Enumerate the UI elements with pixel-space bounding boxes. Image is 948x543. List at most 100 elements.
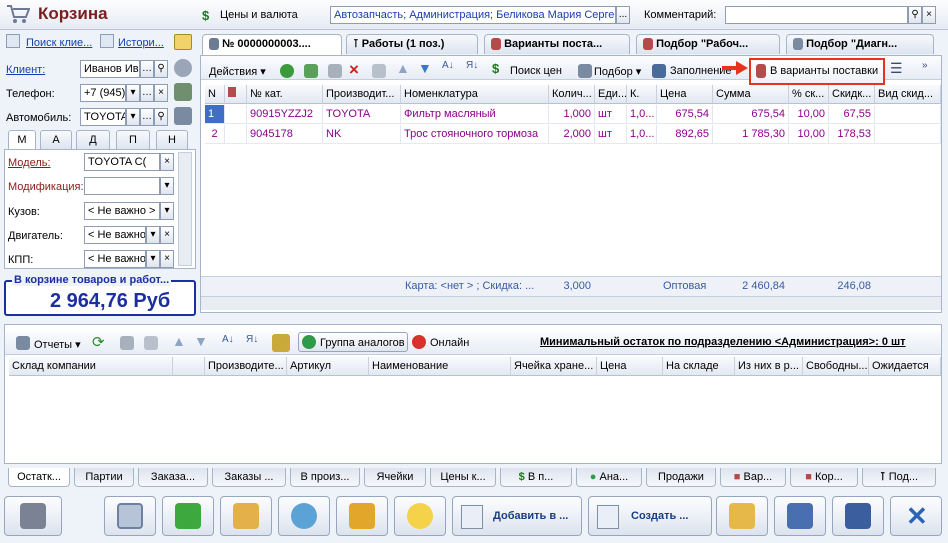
col-stock-price[interactable]: Цена xyxy=(597,357,663,376)
col-producer[interactable]: Производит... xyxy=(323,85,401,104)
car-icon[interactable] xyxy=(174,107,192,125)
btab-variants[interactable]: ■ Вар... xyxy=(720,468,786,487)
row-cell[interactable]: 10,00 xyxy=(789,125,829,144)
btab-rests[interactable]: Остатк... xyxy=(8,468,70,487)
col-cell[interactable]: Ячейка хране... xyxy=(511,357,597,376)
col-warehouse[interactable]: Склад компании xyxy=(9,357,173,376)
table-row[interactable]: 2 9045178 NK Трос стояночного тормоза 2,… xyxy=(201,125,941,145)
model-label[interactable]: Модель: xyxy=(8,157,51,169)
search-client-link[interactable]: Поиск клие... xyxy=(26,37,92,49)
tab-works[interactable]: ⊺ Работы (1 поз.) xyxy=(346,34,478,54)
add-icon[interactable] xyxy=(280,64,294,78)
client-label[interactable]: Клиент: xyxy=(6,64,45,76)
car-dropdown[interactable]: ▾ xyxy=(126,108,140,126)
phone-field[interactable]: +7 (945) xyxy=(80,84,126,102)
schedule-button[interactable] xyxy=(278,496,330,536)
engine-field[interactable]: < Не важно xyxy=(84,226,146,244)
client-card-button[interactable] xyxy=(104,496,156,536)
close-button[interactable]: ✕ xyxy=(890,496,942,536)
col-nomenclature[interactable]: Номенклатура xyxy=(401,85,549,104)
btab-orders2[interactable]: Заказы ... xyxy=(212,468,286,487)
context-field[interactable]: Автозапчасть; Администрация; Беликова Ма… xyxy=(330,6,616,24)
phone-icon[interactable] xyxy=(174,83,192,101)
row-cell[interactable]: 1,0... xyxy=(627,105,657,124)
history-link[interactable]: Истори... xyxy=(118,37,164,49)
btab-batches[interactable]: Партии xyxy=(74,468,134,487)
user-add-icon[interactable] xyxy=(174,59,192,77)
col-price[interactable]: Цена xyxy=(657,85,713,104)
col-unit[interactable]: Еди... xyxy=(595,85,627,104)
col-expected[interactable]: Ожидается xyxy=(869,357,941,376)
car-select-button[interactable]: … xyxy=(140,108,154,126)
col-cat[interactable]: № кат. xyxy=(247,85,323,104)
row-cell[interactable]: TOYOTA xyxy=(323,105,401,124)
col-disc[interactable]: Скидк... xyxy=(829,85,875,104)
calculator-button[interactable] xyxy=(220,496,272,536)
row-cell[interactable]: 10,00 xyxy=(789,105,829,124)
row-cell[interactable]: 1,0... xyxy=(627,125,657,144)
folder-icon[interactable] xyxy=(174,34,192,50)
btab-pick[interactable]: ⊺ Под... xyxy=(862,468,936,487)
row-cell[interactable]: 9045178 xyxy=(247,125,323,144)
row-cell[interactable] xyxy=(225,125,247,144)
phone-clear-button[interactable]: × xyxy=(154,84,168,102)
edit-icon[interactable] xyxy=(328,64,342,78)
modification-dropdown[interactable]: ▾ xyxy=(160,177,174,195)
row-cell[interactable]: 178,53 xyxy=(829,125,875,144)
col-free[interactable]: Свободны... xyxy=(803,357,869,376)
context-select-button[interactable]: ... xyxy=(616,6,630,24)
tab-d[interactable]: Д xyxy=(76,130,110,150)
btab-prices[interactable]: Цены к... xyxy=(430,468,496,487)
lower-edit-icon[interactable] xyxy=(120,336,134,350)
tab-n[interactable]: Н xyxy=(156,130,188,150)
col-in-stock[interactable]: На складе xyxy=(663,357,735,376)
tab-p[interactable]: П xyxy=(116,130,150,150)
row-cell[interactable]: шт xyxy=(595,125,627,144)
btab-production[interactable]: В произ... xyxy=(290,468,360,487)
car-button[interactable] xyxy=(336,496,388,536)
col-name[interactable]: Наименование xyxy=(369,357,511,376)
phone-dropdown[interactable]: ▾ xyxy=(126,84,140,102)
row-cell[interactable]: 1 xyxy=(205,105,225,124)
params-scrollbar[interactable] xyxy=(178,152,192,266)
row-cell[interactable]: NK xyxy=(323,125,401,144)
kpp-field[interactable]: < Не важно xyxy=(84,250,146,268)
list-settings-icon[interactable]: ☰ xyxy=(890,60,903,77)
model-clear-button[interactable]: × xyxy=(160,153,174,171)
col-article[interactable]: Артикул xyxy=(287,357,369,376)
lower-save-icon[interactable] xyxy=(144,336,158,350)
tab-a[interactable]: А xyxy=(40,130,72,150)
lower-up-icon[interactable]: ▲ xyxy=(172,333,186,349)
engine-clear-button[interactable]: × xyxy=(160,226,174,244)
tab-variants[interactable]: Варианты поста... xyxy=(484,34,630,54)
save-button[interactable] xyxy=(832,496,884,536)
search-icon[interactable]: ⚲ xyxy=(908,6,922,24)
pick-button[interactable]: Подбор ▾ xyxy=(594,65,641,78)
col-manufacturer[interactable]: Производите... xyxy=(205,357,287,376)
car-field[interactable]: TOYOTA xyxy=(80,108,126,126)
sort-desc-icon[interactable]: Я↓ xyxy=(466,60,478,71)
model-field[interactable]: TOYOTA C( xyxy=(84,153,160,171)
more-icon[interactable]: » xyxy=(922,60,928,71)
online-button[interactable]: Онлайн xyxy=(430,337,469,349)
col-disc-pct[interactable]: % ск... xyxy=(789,85,829,104)
tab-pick-diag[interactable]: Подбор "Диагн... xyxy=(786,34,934,54)
table-row[interactable]: 1 90915YZZJ2 TOYOTA Фильтр масляный 1,00… xyxy=(201,105,941,125)
btab-cells[interactable]: Ячейки xyxy=(364,468,426,487)
col-qty[interactable]: Колич... xyxy=(549,85,595,104)
client-select-button[interactable]: … xyxy=(140,60,154,78)
row-cell[interactable] xyxy=(875,125,941,144)
kpp-clear-button[interactable]: × xyxy=(160,250,174,268)
col-sum[interactable]: Сумма xyxy=(713,85,789,104)
refresh-icon[interactable]: ⟳ xyxy=(92,333,105,351)
lower-down-icon[interactable]: ▼ xyxy=(194,333,208,349)
tab-m[interactable]: М xyxy=(8,130,36,150)
row-cell[interactable] xyxy=(875,105,941,124)
row-cell[interactable]: 90915YZZJ2 xyxy=(247,105,323,124)
col-k[interactable]: К. xyxy=(627,85,657,104)
row-cell[interactable]: Трос стояночного тормоза xyxy=(401,125,549,144)
row-cell[interactable]: 1 785,30 xyxy=(713,125,789,144)
row-cell[interactable]: 675,54 xyxy=(657,105,713,124)
cart-check-button[interactable] xyxy=(162,496,214,536)
car-search-icon[interactable]: ⚲ xyxy=(154,108,168,126)
